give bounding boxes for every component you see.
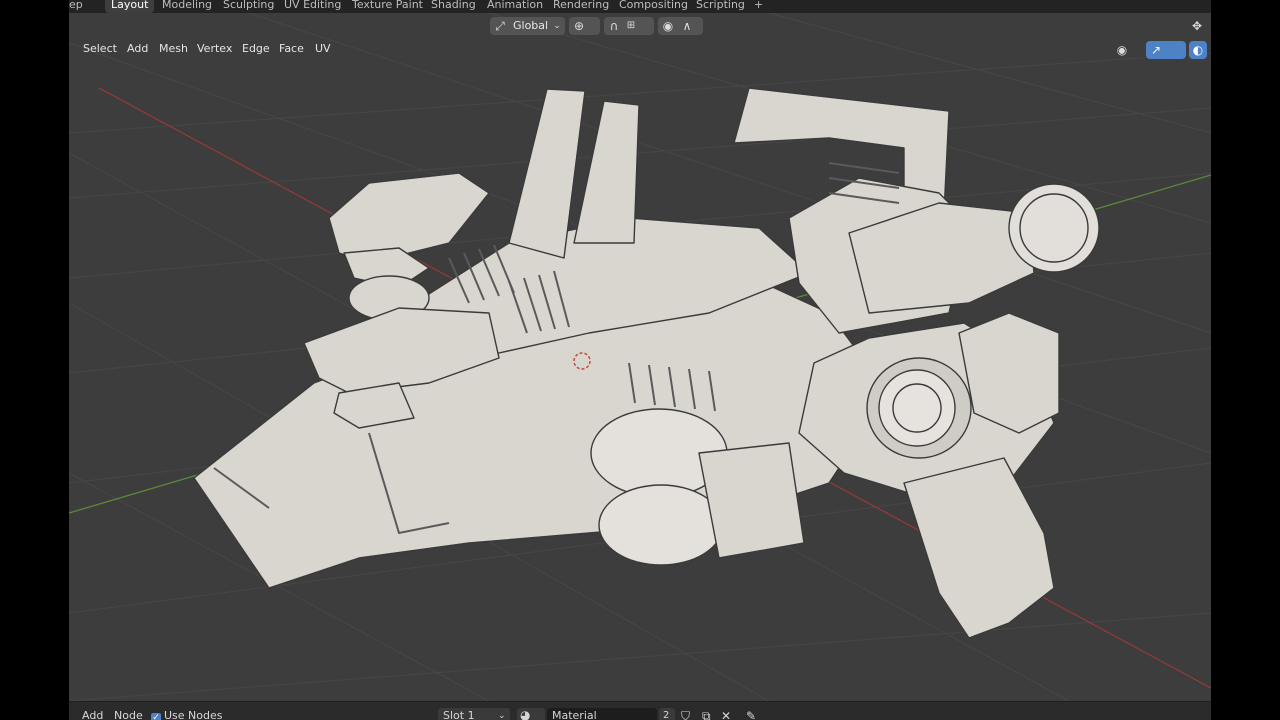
use-nodes-toggle[interactable]: ✓ Use Nodes [151,702,223,720]
transform-orientation-icon: ⤢ [495,19,505,33]
snap-target-icon: ⊞ [626,20,636,31]
gizmo-toggle[interactable]: ↗ [1146,41,1186,59]
tab-layout[interactable]: Layout [105,0,155,13]
close-icon[interactable]: ✕ [721,702,731,720]
menu-select[interactable]: Select [83,42,117,56]
menu-face[interactable]: Face [279,42,304,56]
3d-viewport[interactable]: ⤢ Global ⌄ ⊕ ∩ ⊞ ◉ ∧ ✥ Select Add Mesh V… [69,13,1211,701]
menu-fragment[interactable]: ep [69,0,83,10]
overlay-icon: ◐ [1192,43,1204,57]
letterbox-right [1211,0,1280,720]
user-count[interactable]: 2 [659,708,675,720]
shader-editor-header: Add Node ✓ Use Nodes Slot 1 ⌄ ◕ Material … [69,701,1211,720]
orientation-label: Global [513,19,549,32]
gizmo-icon: ↗ [1150,43,1162,57]
tab-uv-editing[interactable]: UV Editing [278,0,347,13]
menu-edge[interactable]: Edge [242,42,270,56]
add-workspace-button[interactable]: + [748,0,769,13]
material-sphere-icon: ◕ [520,708,531,720]
menu-vertex[interactable]: Vertex [197,42,232,56]
proportional-edit-toggle[interactable]: ◉ ∧ [658,17,703,35]
visibility-dropdown[interactable]: ◉ [1112,41,1144,59]
pin-icon[interactable]: ✎ [746,702,756,720]
tab-scripting[interactable]: Scripting [690,0,751,13]
tab-modeling[interactable]: Modeling [156,0,218,13]
transform-orientation-dropdown[interactable]: ⤢ Global ⌄ [490,17,565,35]
workspace-tab-bar: ep Layout Modeling Sculpting UV Editing … [69,0,1211,13]
pivot-icon: ⊕ [573,19,585,33]
slot-dropdown[interactable]: Slot 1 ⌄ [438,708,510,720]
use-nodes-label: Use Nodes [164,709,223,720]
overlay-toggle[interactable]: ◐ [1189,41,1207,59]
user-count-label: 2 [663,710,670,720]
chevron-down-icon: ⌄ [553,21,561,31]
snap-magnet-icon: ∩ [609,19,619,33]
menu-uv[interactable]: UV [315,42,331,56]
falloff-icon: ∧ [682,19,692,33]
tab-animation[interactable]: Animation [481,0,549,13]
viewport-scene [69,13,1211,701]
shield-fake-user-icon[interactable]: ⛉ [681,702,690,720]
eye-visibility-icon: ◉ [1116,43,1128,57]
tab-rendering[interactable]: Rendering [547,0,615,13]
maximize-icon[interactable]: ✥ [1189,19,1205,33]
blender-window: ep Layout Modeling Sculpting UV Editing … [69,0,1211,720]
snap-toggle[interactable]: ∩ ⊞ [604,17,654,35]
slot-label: Slot 1 [443,709,475,720]
menu-add[interactable]: Add [127,42,148,56]
tab-compositing[interactable]: Compositing [613,0,694,13]
tab-shading[interactable]: Shading [425,0,482,13]
proportional-edit-icon: ◉ [662,19,674,33]
spaceship-mesh[interactable] [193,87,1100,639]
letterbox-left [0,0,69,720]
tab-texture-paint[interactable]: Texture Paint [346,0,429,13]
chevron-down-icon: ⌄ [498,711,506,720]
menu-mesh[interactable]: Mesh [159,42,188,56]
material-name: Material [552,709,597,720]
pivot-point-dropdown[interactable]: ⊕ [569,17,600,35]
material-browse-button[interactable]: ◕ [517,708,545,720]
checkbox-icon: ✓ [151,713,161,720]
node-menu-add[interactable]: Add [82,702,103,720]
copy-icon[interactable]: ⧉ [702,702,711,720]
node-menu-node[interactable]: Node [114,702,143,720]
material-name-field[interactable]: Material [547,708,657,720]
tab-sculpting[interactable]: Sculpting [217,0,280,13]
